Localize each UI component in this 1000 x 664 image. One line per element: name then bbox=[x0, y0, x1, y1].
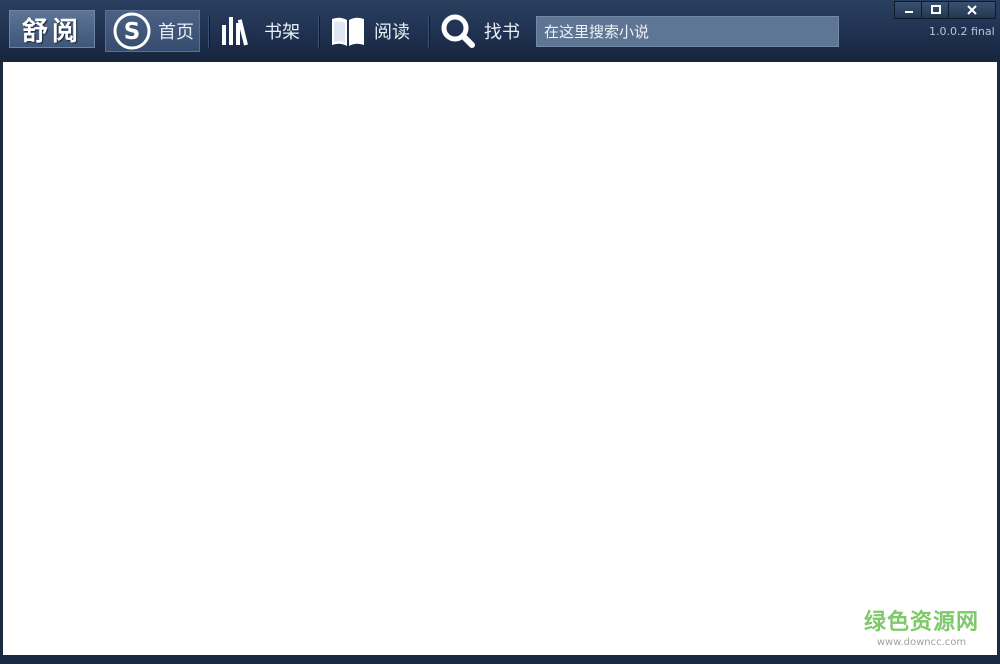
minimize-icon bbox=[905, 11, 913, 13]
version-label: 1.0.0.2 final bbox=[929, 25, 995, 38]
bookshelf-icon bbox=[218, 11, 258, 51]
app-logo: 舒阅 bbox=[9, 10, 95, 48]
watermark-cn: 绿色资源网 bbox=[864, 610, 980, 635]
nav-find-books-label: 找书 bbox=[484, 22, 520, 43]
title-bar: 舒阅 S 首页 书架 阅读 找书 在这里搜索小说 1.0.0.2 final bbox=[0, 0, 1000, 62]
main-content-area bbox=[3, 62, 997, 655]
close-button[interactable] bbox=[948, 1, 996, 19]
watermark-url: www.downcc.com bbox=[876, 637, 967, 648]
nav-bookshelf[interactable]: 书架 bbox=[212, 10, 312, 52]
open-book-icon bbox=[328, 11, 368, 51]
minimize-button[interactable] bbox=[894, 1, 924, 19]
nav-read-label: 阅读 bbox=[374, 22, 410, 43]
nav-find-books[interactable]: 找书 bbox=[432, 10, 528, 52]
close-icon bbox=[967, 5, 977, 15]
svg-text:S: S bbox=[124, 19, 141, 45]
search-icon bbox=[438, 11, 478, 51]
nav-home[interactable]: S 首页 bbox=[105, 10, 200, 52]
s-logo-icon: S bbox=[112, 11, 152, 51]
nav-read[interactable]: 阅读 bbox=[322, 10, 422, 52]
nav-divider bbox=[428, 16, 430, 48]
maximize-icon bbox=[931, 5, 941, 14]
nav-bookshelf-label: 书架 bbox=[264, 22, 300, 43]
nav-divider bbox=[208, 16, 210, 48]
maximize-button[interactable] bbox=[921, 1, 951, 19]
nav-divider bbox=[318, 16, 320, 48]
nav-home-label: 首页 bbox=[158, 22, 194, 43]
watermark: 绿色资源网 www.downcc.com bbox=[864, 612, 979, 648]
search-input[interactable] bbox=[536, 16, 839, 47]
